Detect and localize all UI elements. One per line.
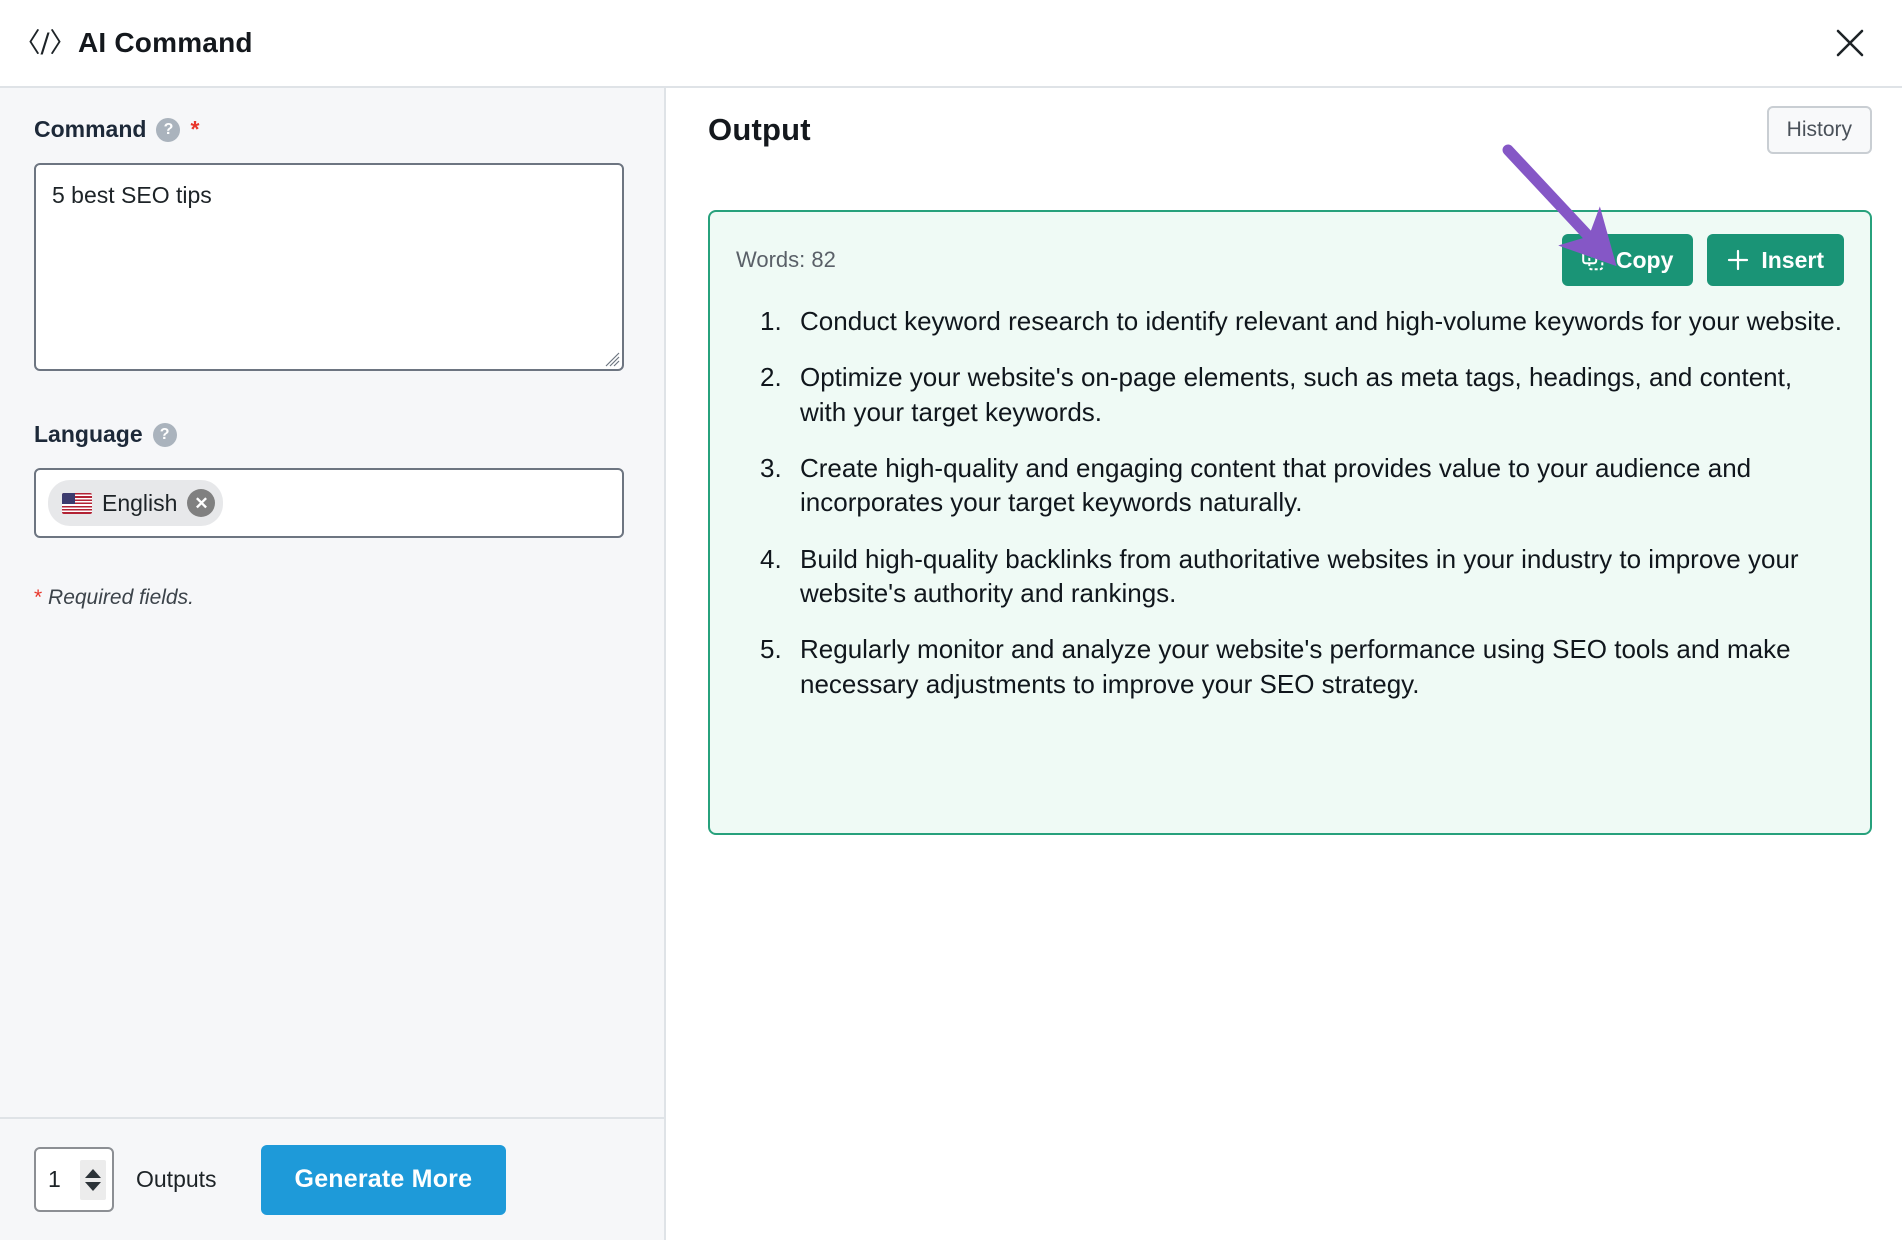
question-mark-icon[interactable]: ? [156, 117, 181, 142]
settings-panel: Command ? * 5 best SEO tips Language ? E… [0, 88, 666, 1240]
settings-form: Command ? * 5 best SEO tips Language ? E… [0, 88, 664, 1117]
command-label-row: Command ? * [34, 116, 630, 143]
required-note-text: Required fields. [42, 586, 194, 609]
list-item: Create high-quality and engaging content… [760, 451, 1752, 518]
plus-icon [1727, 249, 1749, 271]
chevron-down-icon[interactable] [85, 1181, 101, 1191]
generate-more-button[interactable]: Generate More [260, 1144, 507, 1215]
required-asterisk: * [190, 116, 200, 142]
command-label: Command [34, 116, 147, 142]
command-field-block: Command ? * [34, 116, 630, 371]
header-left-group: 〈/〉 AI Command [13, 26, 253, 60]
required-note-asterisk: * [34, 586, 43, 609]
question-mark-icon[interactable]: ? [152, 422, 177, 447]
command-input[interactable] [34, 163, 624, 371]
outputs-label: Outputs [136, 1166, 217, 1192]
language-chip: English ✕ [48, 480, 224, 526]
list-item: Regularly monitor and analyze your websi… [760, 632, 1791, 699]
us-flag-icon [62, 492, 92, 514]
output-result-card: Words: 82 Copy Insert Conduct keyword re… [708, 210, 1872, 835]
insert-button-label: Insert [1761, 246, 1824, 273]
command-textarea-wrap [34, 163, 624, 371]
list-item: Optimize your website's on-page elements… [760, 360, 1793, 427]
close-button[interactable] [1826, 19, 1874, 67]
output-text-list: Conduct keyword research to identify rel… [736, 304, 1844, 701]
language-field-block: Language ? English ✕ [34, 421, 630, 538]
outputs-value[interactable]: 1 [48, 1166, 74, 1193]
ai-command-modal: 〈/〉 AI Command Command ? * 5 best SEO ti… [0, 0, 1902, 1240]
language-select[interactable]: English ✕ [34, 468, 624, 538]
remove-language-icon[interactable]: ✕ [187, 489, 216, 517]
code-icon: 〈/〉 [13, 27, 77, 59]
language-chip-label: English [102, 489, 178, 516]
insert-button[interactable]: Insert [1707, 234, 1844, 286]
output-card-actions: Copy Insert [1561, 234, 1844, 286]
list-item: Conduct keyword research to identify rel… [760, 304, 1842, 339]
chevron-up-icon[interactable] [85, 1168, 101, 1178]
settings-footer: 1 Outputs Generate More [0, 1117, 664, 1240]
outputs-stepper[interactable]: 1 [34, 1147, 114, 1212]
page-title: AI Command [78, 27, 253, 58]
history-button[interactable]: History [1766, 106, 1872, 154]
output-panel: Output History Words: 82 Copy Insert Con… [666, 88, 1902, 1240]
language-label-row: Language ? [34, 421, 630, 448]
required-fields-note: * Required fields. [34, 586, 630, 610]
outputs-spinner[interactable] [80, 1159, 106, 1200]
output-header: Output History [708, 106, 1872, 172]
close-icon [1835, 28, 1865, 58]
output-card-toolbar: Words: 82 Copy Insert [736, 234, 1844, 286]
output-title: Output [708, 112, 811, 147]
language-label: Language [34, 421, 143, 447]
copy-icon [1582, 249, 1604, 271]
list-item: Build high-quality backlinks from author… [760, 542, 1799, 608]
copy-button[interactable]: Copy [1561, 234, 1694, 286]
modal-header: 〈/〉 AI Command [0, 0, 1902, 88]
copy-button-label: Copy [1615, 246, 1674, 273]
modal-body: Command ? * 5 best SEO tips Language ? E… [0, 88, 1902, 1240]
word-count-label: Words: 82 [736, 247, 836, 272]
